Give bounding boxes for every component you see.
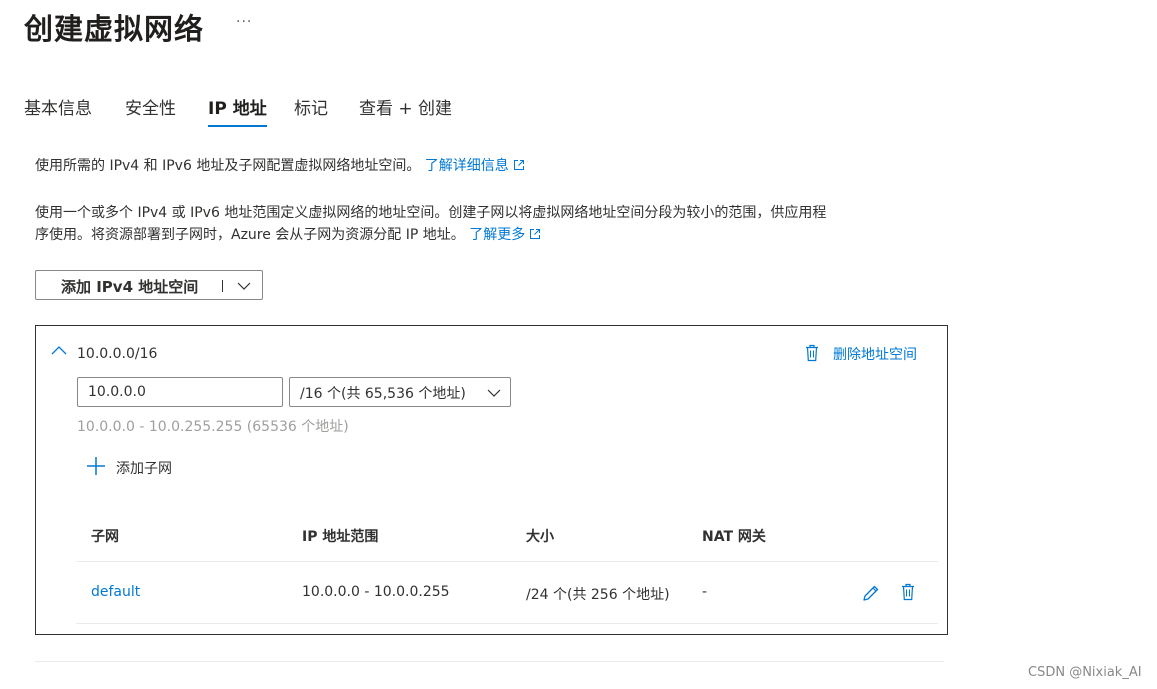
- address-space-cidr: 10.0.0.0/16: [77, 346, 158, 362]
- learn-more-link[interactable]: 了解更多: [469, 227, 541, 243]
- subnet-table: 子网 IP 地址范围 大小 NAT 网关 default 10.0.0.0 - …: [76, 514, 938, 624]
- page-title: 创建虚拟网络: [24, 12, 205, 46]
- tab-security[interactable]: 安全性: [125, 94, 176, 128]
- external-link-icon: [530, 229, 541, 239]
- learn-details-link[interactable]: 了解详细信息: [425, 158, 525, 174]
- external-link-icon: [513, 160, 524, 170]
- description-text-1: 使用所需的 IPv4 和 IPv6 地址及子网配置虚拟网络地址空间。: [35, 158, 421, 174]
- column-header-size: 大小: [526, 529, 554, 545]
- tab-basics[interactable]: 基本信息: [24, 94, 92, 128]
- chevron-up-icon[interactable]: [51, 344, 67, 356]
- learn-details-link-label: 了解详细信息: [424, 158, 509, 174]
- chevron-down-icon[interactable]: [236, 278, 252, 294]
- plus-icon: [87, 457, 105, 475]
- learn-more-link-label: 了解更多: [469, 227, 526, 243]
- address-size-dropdown[interactable]: /16 个(共 65,536 个地址): [289, 377, 511, 407]
- column-header-ip-range: IP 地址范围: [302, 529, 379, 545]
- subnet-size: /24 个(共 256 个地址): [526, 587, 670, 603]
- add-ipv4-space-label: 添加 IPv4 地址空间: [61, 278, 199, 296]
- tab-ip-addresses[interactable]: IP 地址: [208, 94, 267, 128]
- tab-review-create[interactable]: 查看 + 创建: [359, 94, 452, 128]
- description-line1: 使用所需的 IPv4 和 IPv6 地址及子网配置虚拟网络地址空间。 了解详细信…: [35, 155, 525, 177]
- trash-icon[interactable]: [901, 583, 915, 601]
- table-header: 子网 IP 地址范围 大小 NAT 网关: [76, 514, 938, 562]
- tab-tags[interactable]: 标记: [294, 94, 328, 128]
- address-size-value: /16 个(共 65,536 个地址): [300, 386, 466, 402]
- start-address-input[interactable]: [77, 377, 283, 407]
- delete-address-space-label: 删除地址空间: [833, 347, 917, 363]
- more-options-button[interactable]: ···: [236, 14, 252, 30]
- table-row: default 10.0.0.0 - 10.0.0.255 /24 个(共 25…: [76, 562, 938, 624]
- address-range-hint: 10.0.0.0 - 10.0.255.255 (65536 个地址): [77, 419, 349, 435]
- watermark: CSDN @Nixiak_AI: [1028, 665, 1142, 680]
- chevron-down-icon: [487, 389, 501, 397]
- subnet-name-link[interactable]: default: [91, 584, 140, 600]
- add-ipv4-space-button[interactable]: 添加 IPv4 地址空间: [35, 270, 263, 300]
- description-text-2b-wrap: 序使用。将资源部署到子网时，Azure 会从子网为资源分配 IP 地址。 了解更…: [35, 224, 826, 246]
- column-header-nat-gateway: NAT 网关: [702, 529, 766, 545]
- section-divider: [35, 661, 944, 662]
- add-subnet-label: 添加子网: [116, 461, 172, 477]
- pencil-icon[interactable]: [862, 584, 880, 602]
- description-text-2a: 使用一个或多个 IPv4 或 IPv6 地址范围定义虚拟网络的地址空间。创建子网…: [35, 205, 827, 221]
- description-line2: 使用一个或多个 IPv4 或 IPv6 地址范围定义虚拟网络的地址空间。创建子网…: [35, 202, 826, 246]
- subnet-nat-gateway: -: [702, 584, 708, 600]
- address-space-panel: 10.0.0.0/16 删除地址空间 /16 个(共 65,536 个地址) 1…: [35, 325, 948, 635]
- trash-icon: [806, 344, 818, 362]
- split-button-divider: [222, 280, 223, 292]
- subnet-ip-range: 10.0.0.0 - 10.0.0.255: [302, 584, 450, 600]
- column-header-subnet: 子网: [91, 529, 119, 545]
- description-text-2b: 序使用。将资源部署到子网时，Azure 会从子网为资源分配 IP 地址。: [35, 227, 465, 243]
